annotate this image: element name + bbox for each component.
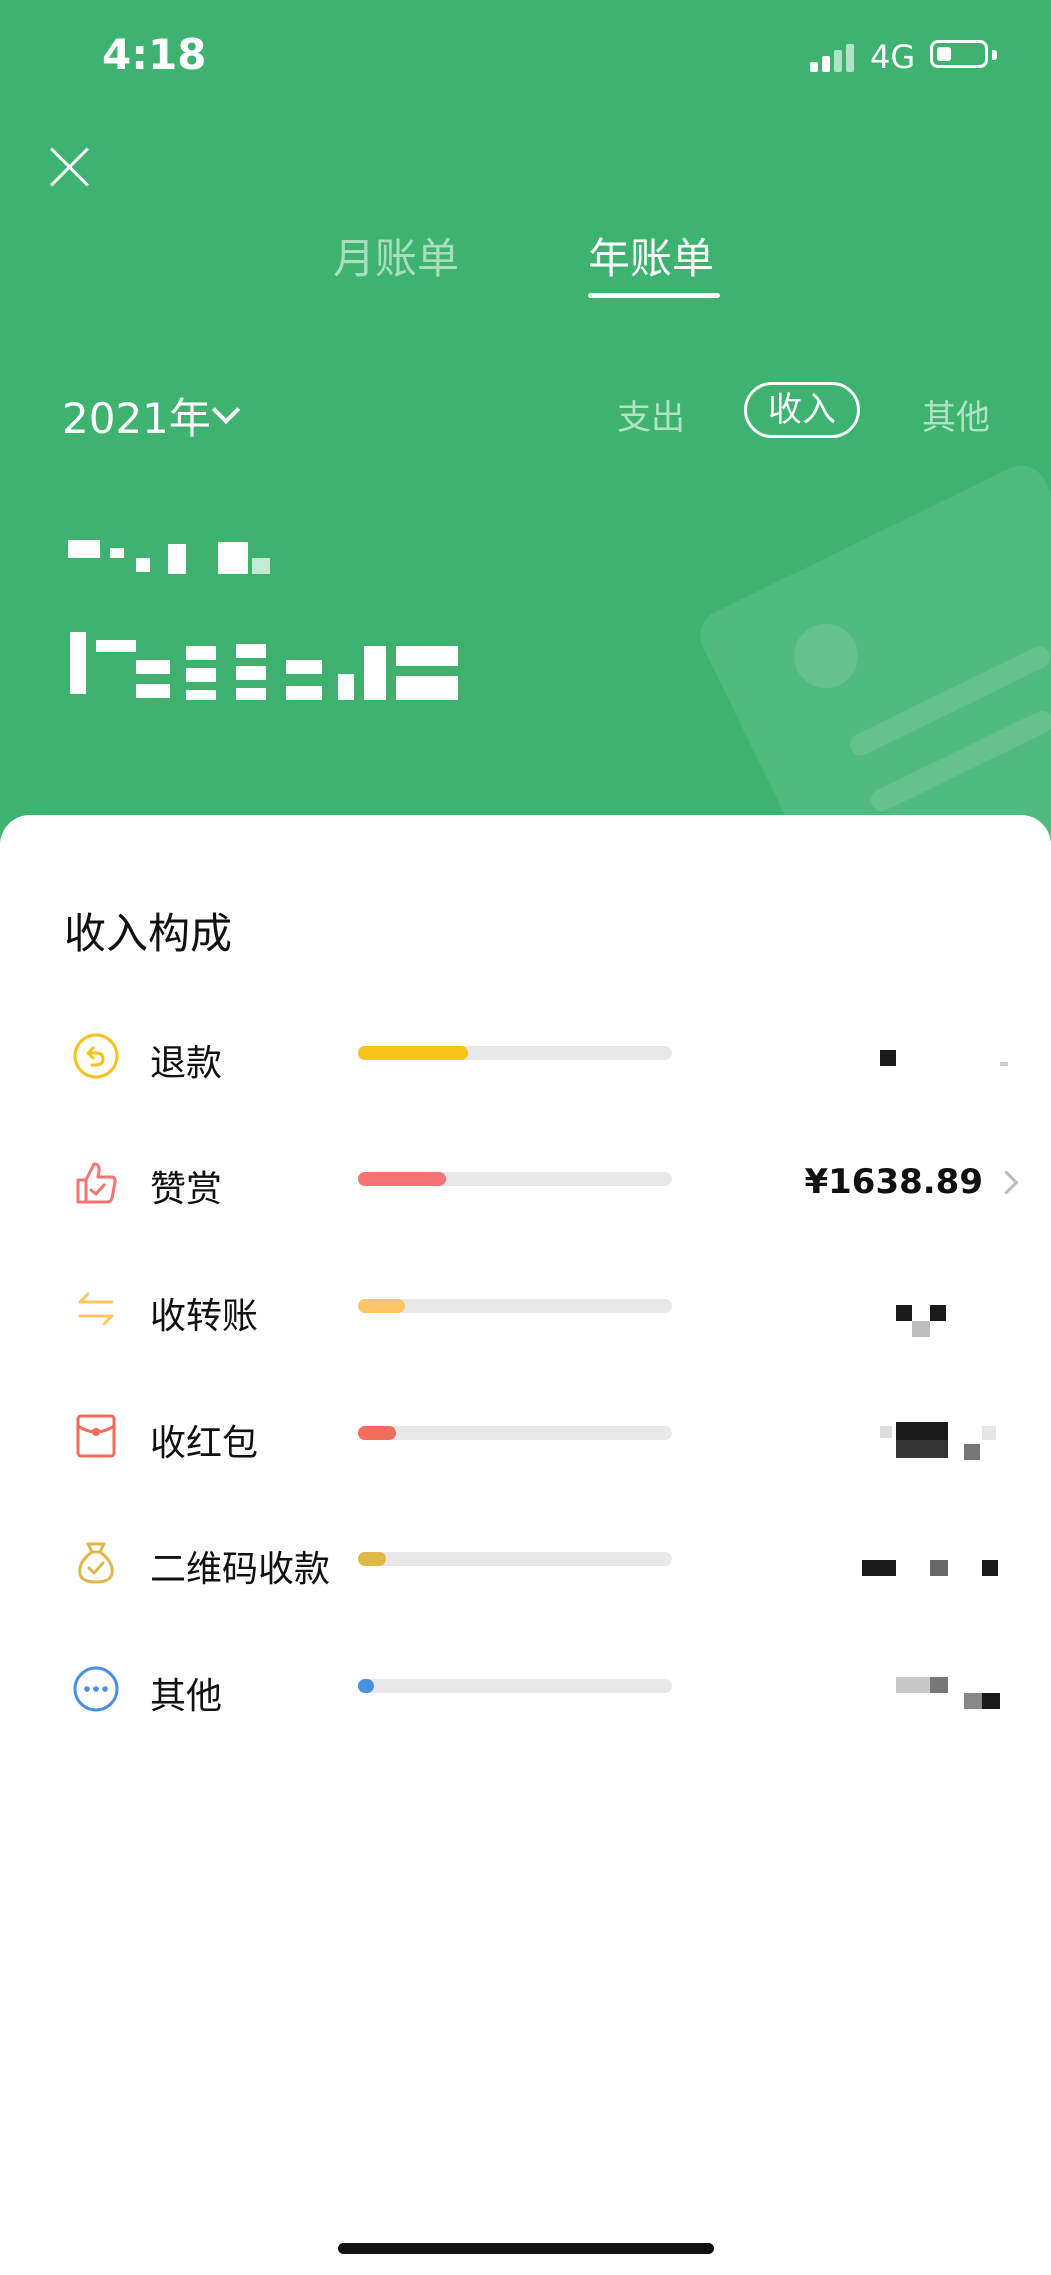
- chevron-down-icon[interactable]: [211, 395, 241, 425]
- item-bar-fill: [358, 1172, 446, 1186]
- item-bar-fill: [358, 1426, 396, 1440]
- income-item-red-packet[interactable]: 收红包: [0, 1386, 1051, 1486]
- income-item-appreciation[interactable]: 赞赏 ¥1638.89: [0, 1132, 1051, 1232]
- filter-expense[interactable]: 支出: [617, 390, 685, 439]
- status-time: 4:18: [102, 30, 207, 79]
- home-indicator[interactable]: [338, 2243, 714, 2254]
- item-bar-track: [358, 1552, 672, 1566]
- income-item-other[interactable]: 其他: [0, 1639, 1051, 1739]
- section-title: 收入构成: [64, 909, 233, 958]
- item-bar-fill: [358, 1299, 406, 1313]
- filter-other[interactable]: 其他: [922, 390, 990, 439]
- close-icon[interactable]: [48, 145, 92, 189]
- item-label: 收转账: [150, 1296, 259, 1337]
- receipt-decoration-circle: [794, 624, 858, 688]
- item-label: 其他: [150, 1676, 223, 1717]
- item-label: 退款: [150, 1043, 223, 1084]
- red-packet-icon: [76, 1414, 116, 1458]
- chevron-right-icon[interactable]: [994, 1170, 1019, 1195]
- income-item-qr-payment[interactable]: 二维码收款: [0, 1512, 1051, 1612]
- battery-icon: [930, 40, 988, 68]
- transfer-icon: [78, 1292, 114, 1326]
- item-label: 收红包: [150, 1423, 259, 1464]
- item-bar-track: [358, 1172, 672, 1186]
- screen: 4:18 4G 月账单 年账单 2021年 支出 收入 其他 收入构成 退款 赞…: [0, 0, 1051, 2275]
- refund-icon: [73, 1033, 119, 1079]
- income-item-transfer[interactable]: 收转账: [0, 1259, 1051, 1359]
- item-bar-fill: [358, 1046, 468, 1060]
- more-icon: [73, 1666, 119, 1712]
- item-bar-track: [358, 1046, 672, 1060]
- item-bar-track: [358, 1426, 672, 1440]
- tab-active-underline: [588, 293, 720, 298]
- item-bar-fill: [358, 1552, 387, 1566]
- item-bar-fill: [358, 1679, 374, 1693]
- item-label: 二维码收款: [150, 1549, 331, 1590]
- tab-year-bill[interactable]: 年账单: [588, 225, 714, 286]
- item-bar-track: [358, 1679, 672, 1693]
- item-bar-track: [358, 1299, 672, 1313]
- thumbs-up-icon: [76, 1162, 117, 1204]
- battery-cap: [992, 50, 997, 60]
- money-bag-icon: [78, 1542, 114, 1584]
- header: 4:18 4G 月账单 年账单 2021年 支出 收入 其他: [0, 0, 1051, 860]
- network-label: 4G: [870, 38, 916, 76]
- item-amount: ¥1638.89: [804, 1162, 983, 1202]
- item-label: 赞赏: [150, 1169, 223, 1210]
- income-item-refund[interactable]: 退款: [0, 1006, 1051, 1106]
- tab-month-bill[interactable]: 月账单: [333, 225, 459, 286]
- signal-icon: [810, 42, 856, 72]
- filter-income[interactable]: 收入: [744, 382, 860, 438]
- year-select[interactable]: 2021年: [62, 385, 211, 446]
